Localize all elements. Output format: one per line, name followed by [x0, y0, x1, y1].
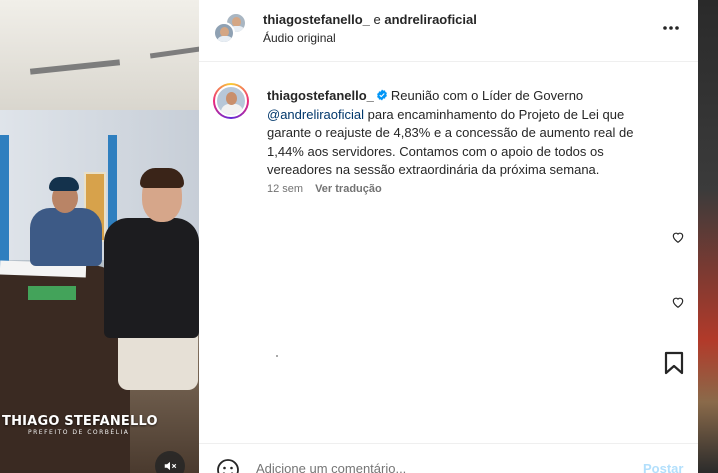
post-time-ago[interactable]: 12 sem — [267, 183, 303, 195]
divider-dot — [276, 355, 278, 357]
media-pillar — [0, 135, 9, 275]
caption-mention-link[interactable]: @andreliraoficial — [267, 107, 364, 122]
caption-meta: 12 sem Ver tradução — [267, 183, 382, 195]
avatar-shirt — [221, 104, 243, 115]
next-post-preview[interactable] — [698, 0, 718, 473]
media-person-left-cap — [49, 177, 79, 191]
caption-text-part: Reunião com o Líder de Governo — [390, 88, 584, 103]
mute-button[interactable] — [155, 451, 185, 473]
speaker-muted-icon — [164, 461, 177, 471]
authors-separator: e — [369, 12, 385, 27]
comment-input[interactable] — [256, 461, 586, 473]
author-link[interactable]: andreliraoficial — [384, 12, 476, 27]
media-person-right-hair — [140, 168, 184, 188]
comment-bar: Postar — [199, 443, 698, 473]
collab-avatars[interactable] — [213, 12, 247, 46]
audio-link[interactable]: Áudio original — [263, 31, 336, 45]
more-options-button[interactable] — [659, 16, 683, 40]
bookmark-icon[interactable] — [663, 351, 685, 375]
media-book — [28, 286, 76, 300]
author-link[interactable]: thiagostefanello_ — [263, 12, 370, 27]
avatar-face — [226, 92, 237, 105]
more-horizontal-icon — [663, 26, 679, 30]
post-comment-button[interactable]: Postar — [643, 461, 683, 473]
post-details-panel: thiagostefanello_ e andreliraoficial Áud… — [199, 0, 698, 473]
video-watermark: THIAGO STEFANELLO PREFEITO DE CORBÉLIA — [0, 414, 199, 436]
see-translation-button[interactable]: Ver tradução — [315, 183, 382, 195]
post-media[interactable]: THIAGO STEFANELLO PREFEITO DE CORBÉLIA — [0, 0, 199, 473]
avatar[interactable] — [213, 22, 235, 44]
caption-username[interactable]: thiagostefanello_ — [267, 88, 374, 103]
media-person-left-body — [30, 208, 102, 266]
media-person-right-body — [104, 218, 199, 338]
verified-badge-icon — [376, 89, 387, 101]
heart-icon[interactable] — [671, 295, 685, 309]
watermark-subtitle: PREFEITO DE CORBÉLIA — [28, 429, 130, 436]
heart-icon[interactable] — [671, 230, 685, 244]
post-authors: thiagostefanello_ e andreliraoficial — [263, 12, 477, 27]
post-caption: thiagostefanello_ Reunião com o Líder de … — [267, 87, 662, 180]
post-header: thiagostefanello_ e andreliraoficial Áud… — [199, 0, 698, 62]
emoji-icon[interactable] — [216, 458, 240, 473]
caption-author-avatar[interactable] — [213, 83, 249, 119]
watermark-name: THIAGO STEFANELLO — [2, 414, 158, 429]
avatar-shirt — [217, 36, 233, 42]
